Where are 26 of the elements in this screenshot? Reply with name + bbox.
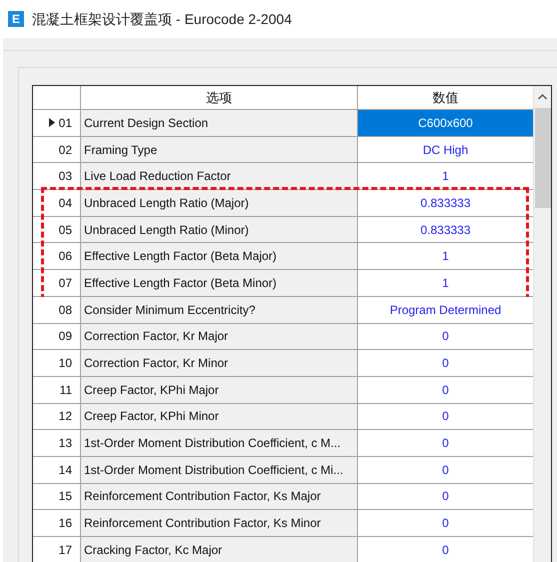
option-cell: 1st-Order Moment Distribution Coefficient, c M... (81, 430, 358, 456)
row-pointer-icon (48, 118, 55, 128)
app-logo-icon: E (8, 11, 24, 27)
window-title: 混凝土框架设计覆盖项 - Eurocode 2-2004 (32, 10, 292, 28)
value-cell[interactable]: C600x600 (358, 110, 533, 136)
option-cell: Unbraced Length Ratio (Minor) (81, 216, 358, 242)
option-cell: Live Load Reduction Factor (81, 163, 358, 190)
option-cell: Creep Factor, KPhi Minor (81, 404, 358, 430)
scroll-up-icon[interactable] (538, 94, 547, 100)
option-cell: Reinforcement Contribution Factor, Ks Minor (81, 510, 358, 536)
option-cell: Cracking Factor, Kc Major (81, 537, 358, 562)
option-cell: Correction Factor, Kr Minor (81, 350, 358, 376)
scrollbar-thumb[interactable] (534, 108, 550, 208)
option-cell: Effective Length Factor (Beta Major) (81, 243, 358, 270)
option-cell: Current Design Section (81, 110, 358, 136)
option-cell: Reinforcement Contribution Factor, Ks Major (81, 484, 358, 510)
option-cell: Framing Type (81, 136, 358, 162)
option-cell: 1st-Order Moment Distribution Coefficient, c Mi... (81, 456, 358, 483)
option-cell: Effective Length Factor (Beta Minor) (81, 270, 358, 296)
scrollbar[interactable] (533, 86, 551, 562)
option-cell: Unbraced Length Ratio (Major) (81, 190, 358, 216)
option-cell: Creep Factor, KPhi Major (81, 376, 358, 403)
option-cell: Correction Factor, Kr Major (81, 324, 358, 350)
option-cell: Consider Minimum Eccentricity? (81, 296, 358, 322)
column-header: 选项 (81, 86, 358, 109)
column-header: 数值 (432, 88, 460, 107)
